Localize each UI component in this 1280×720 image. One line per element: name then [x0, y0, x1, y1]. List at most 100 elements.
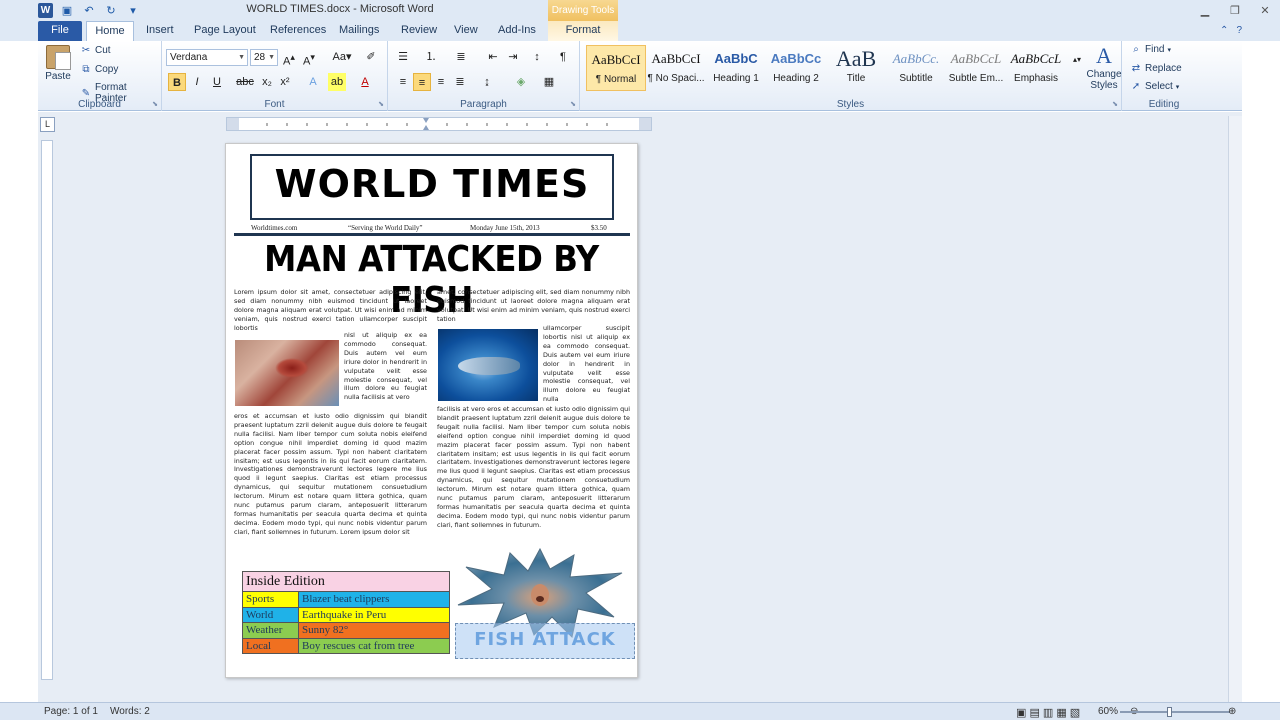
wordart-box[interactable]: FISH ATTACK — [455, 623, 635, 659]
horizontal-ruler[interactable] — [226, 117, 652, 131]
align-left-icon[interactable]: ≡ — [394, 73, 412, 91]
story-cell: Blazer beat clippers — [298, 591, 450, 608]
cut-button[interactable]: ✂ Cut — [80, 45, 111, 56]
section-cell: Weather — [242, 622, 299, 639]
find-button[interactable]: ⌕ Find ▾ — [1130, 44, 1171, 55]
shrink-font-icon[interactable]: A▾ — [300, 48, 318, 68]
align-center-icon[interactable]: ≡ — [413, 73, 431, 91]
font-group: Verdana ▼ 28 ▼ A▴ A▾ Aa▾ ✐ B I U abc x₂ x²… — [162, 41, 388, 111]
subscript-icon[interactable]: x₂ — [258, 73, 276, 91]
tab-review[interactable]: Review — [401, 21, 437, 41]
help-icon[interactable]: ? — [1236, 25, 1242, 36]
vertical-ruler[interactable] — [41, 140, 53, 680]
increase-indent-icon[interactable]: ⇥ — [504, 48, 522, 66]
underline-icon[interactable]: U — [208, 73, 226, 91]
strikethrough-icon[interactable]: abc — [236, 73, 254, 91]
copy-button[interactable]: ⧉ Copy — [80, 64, 118, 75]
chevron-down-icon: ▾ — [1175, 83, 1180, 91]
minimize-icon[interactable]: ▁ — [1190, 0, 1220, 20]
editing-group-label: Editing — [1148, 99, 1180, 110]
style-no-spacing-preview: AaBbCcI — [651, 51, 701, 66]
tab-format[interactable]: Format — [548, 21, 618, 41]
drawing-tools-label: Drawing Tools — [548, 0, 618, 21]
superscript-icon[interactable]: x² — [276, 73, 294, 91]
section-cell: Sports — [242, 591, 299, 608]
text-effects-icon[interactable]: A — [304, 73, 322, 91]
bold-icon[interactable]: B — [168, 73, 186, 91]
tab-mailings[interactable]: Mailings — [339, 21, 379, 41]
styles-launcher-icon[interactable]: ⬊ — [1112, 100, 1118, 108]
view-buttons[interactable]: ▣ ▤ ▥ ▦ ▧ — [1016, 706, 1080, 719]
style-subtitle[interactable]: AaBbCc. Subtitle — [886, 45, 946, 91]
styles-scroll-icon[interactable]: ▴▾ — [1068, 51, 1086, 69]
font-name-select[interactable]: Verdana ▼ — [166, 49, 248, 66]
style-heading-2[interactable]: AaBbCc Heading 2 — [766, 45, 826, 91]
style-subtle-emphasis[interactable]: AaBbCcL Subtle Em... — [946, 45, 1006, 91]
clipboard-launcher-icon[interactable]: ⬊ — [152, 100, 158, 108]
page-count[interactable]: Page: 1 of 1 — [44, 706, 98, 717]
tab-file[interactable]: File — [38, 21, 82, 41]
select-button[interactable]: ➚ Select ▾ — [1130, 81, 1180, 92]
show-formatting-icon[interactable]: ¶ — [554, 48, 572, 66]
tab-insert[interactable]: Insert — [146, 21, 174, 41]
align-right-icon[interactable]: ≡ — [432, 73, 450, 91]
tab-home[interactable]: Home — [86, 21, 134, 41]
clear-formatting-icon[interactable]: ✐ — [362, 48, 380, 66]
story-cell: Earthquake in Peru — [298, 606, 450, 623]
tab-selector-icon[interactable]: L — [40, 117, 55, 132]
document-page[interactable]: WORLD TIMES Worldtimes.com “Serving the … — [225, 143, 638, 678]
zoom-slider[interactable] — [1120, 711, 1230, 713]
close-icon[interactable]: ✕ — [1250, 0, 1280, 20]
zoom-level[interactable]: 60% — [1098, 706, 1118, 717]
article-col2-top: amet, consectetuer adipiscing elit, sed … — [437, 288, 630, 323]
decrease-indent-icon[interactable]: ⇤ — [484, 48, 502, 66]
replace-icon: ⇄ — [1131, 63, 1141, 74]
line-spacing-icon[interactable]: ↨ — [478, 73, 496, 91]
brush-icon: ✎ — [81, 87, 91, 99]
style-title[interactable]: AaB Title — [826, 45, 886, 91]
paragraph-launcher-icon[interactable]: ⬊ — [570, 100, 576, 108]
window-controls: ▁ ❐ ✕ — [1190, 0, 1280, 20]
zoom-in-icon[interactable]: ⊕ — [1228, 706, 1236, 717]
change-case-icon[interactable]: Aa▾ — [330, 48, 354, 66]
shading-icon[interactable]: ◈ — [512, 73, 530, 91]
word-count[interactable]: Words: 2 — [110, 706, 150, 717]
tab-view[interactable]: View — [454, 21, 478, 41]
style-emphasis[interactable]: AaBbCcL Emphasis — [1006, 45, 1066, 91]
justify-icon[interactable]: ≣ — [451, 73, 469, 91]
numbering-icon[interactable]: ⒈ — [422, 48, 440, 66]
grow-font-icon[interactable]: A▴ — [280, 48, 298, 68]
multilevel-list-icon[interactable]: ≣ — [452, 48, 470, 66]
style-heading-1[interactable]: AaBbC Heading 1 — [706, 45, 766, 91]
paste-icon — [46, 45, 71, 70]
title-bar: W ▣ ↶ ↻ ▾ WORLD TIMES.docx - Microsoft W… — [0, 0, 1280, 21]
masthead-title: WORLD TIMES — [274, 162, 590, 206]
injured-arm-photo[interactable] — [235, 340, 339, 406]
restore-icon[interactable]: ❐ — [1220, 0, 1250, 20]
font-launcher-icon[interactable]: ⬊ — [378, 100, 384, 108]
paste-button[interactable]: Paste — [44, 45, 72, 82]
sort-icon[interactable]: ↕ — [528, 48, 546, 66]
story-cell: Boy rescues cat from tree — [298, 637, 450, 654]
vertical-scrollbar[interactable] — [1228, 116, 1242, 702]
font-size-select[interactable]: 28 ▼ — [250, 49, 278, 66]
fish-photo[interactable] — [438, 329, 538, 401]
minimize-ribbon-icon[interactable]: ⌃ — [1220, 25, 1228, 36]
zoom-slider-thumb[interactable] — [1167, 707, 1172, 717]
tab-add-ins[interactable]: Add-Ins — [498, 21, 536, 41]
style-no-spacing[interactable]: AaBbCcI ¶ No Spaci... — [646, 45, 706, 91]
bullets-icon[interactable]: ☰ — [394, 48, 412, 66]
ribbon-tabs: File Home Insert Page Layout References … — [0, 21, 1280, 41]
style-heading-2-preview: AaBbCc — [770, 51, 822, 66]
replace-button[interactable]: ⇄ Replace — [1130, 63, 1182, 74]
italic-icon[interactable]: I — [188, 73, 206, 91]
chevron-down-icon: ▾ — [1167, 46, 1171, 54]
tab-references[interactable]: References — [270, 21, 326, 41]
masthead-box[interactable]: WORLD TIMES — [250, 154, 614, 220]
tab-page-layout[interactable]: Page Layout — [194, 21, 256, 41]
font-color-icon[interactable]: A — [356, 73, 374, 91]
borders-icon[interactable]: ▦ — [540, 73, 558, 91]
change-styles-button[interactable]: A Change Styles — [1086, 43, 1122, 91]
highlight-icon[interactable]: ab — [328, 73, 346, 91]
style-normal[interactable]: AaBbCcI ¶ Normal — [586, 45, 646, 91]
